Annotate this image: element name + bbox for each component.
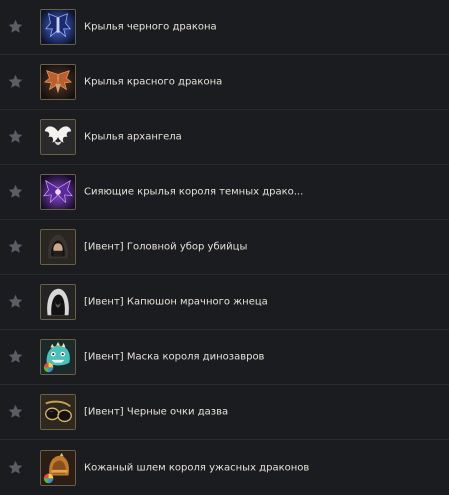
radiant-dark-king-wings-icon xyxy=(40,174,76,210)
list-item[interactable]: [Ивент] Маска короля динозавров xyxy=(0,330,449,385)
black-glasses-icon xyxy=(40,394,76,430)
item-list: Крылья черного дракона Крылья красного д… xyxy=(0,0,449,491)
list-item[interactable]: [Ивент] Черные очки дазва xyxy=(0,385,449,440)
dinosaur-king-mask-icon xyxy=(40,339,76,375)
list-item[interactable]: Крылья красного дракона xyxy=(0,55,449,110)
item-name: Крылья черного дракона xyxy=(84,21,217,33)
item-name: [Ивент] Капюшон мрачного жнеца xyxy=(84,296,268,308)
favorite-star-icon[interactable] xyxy=(7,459,24,476)
favorite-star-icon[interactable] xyxy=(7,73,24,90)
list-item[interactable]: Кожаный шлем короля ужасных драконов xyxy=(0,440,449,495)
item-name: Крылья архангела xyxy=(84,131,182,143)
list-item[interactable]: Крылья черного дракона xyxy=(0,0,449,55)
list-item[interactable]: [Ивент] Капюшон мрачного жнеца xyxy=(0,275,449,330)
list-item[interactable]: Крылья архангела xyxy=(0,110,449,165)
black-dragon-wings-icon xyxy=(40,9,76,45)
item-name: [Ивент] Головной убор убийцы xyxy=(84,241,248,253)
list-item[interactable]: Сияющие крылья короля темных драко... xyxy=(0,165,449,220)
item-name: Кожаный шлем короля ужасных драконов xyxy=(84,462,310,473)
favorite-star-icon[interactable] xyxy=(7,183,24,200)
favorite-star-icon[interactable] xyxy=(7,348,24,365)
archangel-wings-icon xyxy=(40,119,76,155)
favorite-star-icon[interactable] xyxy=(7,128,24,145)
red-dragon-wings-icon xyxy=(40,64,76,100)
favorite-star-icon[interactable] xyxy=(7,18,24,35)
leather-dragon-king-helmet-icon xyxy=(40,449,76,486)
item-name: Крылья красного дракона xyxy=(84,76,223,88)
assassin-headgear-icon xyxy=(40,229,76,265)
item-name: Сияющие крылья короля темных драко... xyxy=(84,186,304,198)
item-name: [Ивент] Маска короля динозавров xyxy=(84,351,265,363)
grim-reaper-hood-icon xyxy=(40,284,76,320)
favorite-star-icon[interactable] xyxy=(7,403,24,420)
favorite-star-icon[interactable] xyxy=(7,238,24,255)
favorite-star-icon[interactable] xyxy=(7,293,24,310)
list-item[interactable]: [Ивент] Головной убор убийцы xyxy=(0,220,449,275)
item-name: [Ивент] Черные очки дазва xyxy=(84,406,229,418)
